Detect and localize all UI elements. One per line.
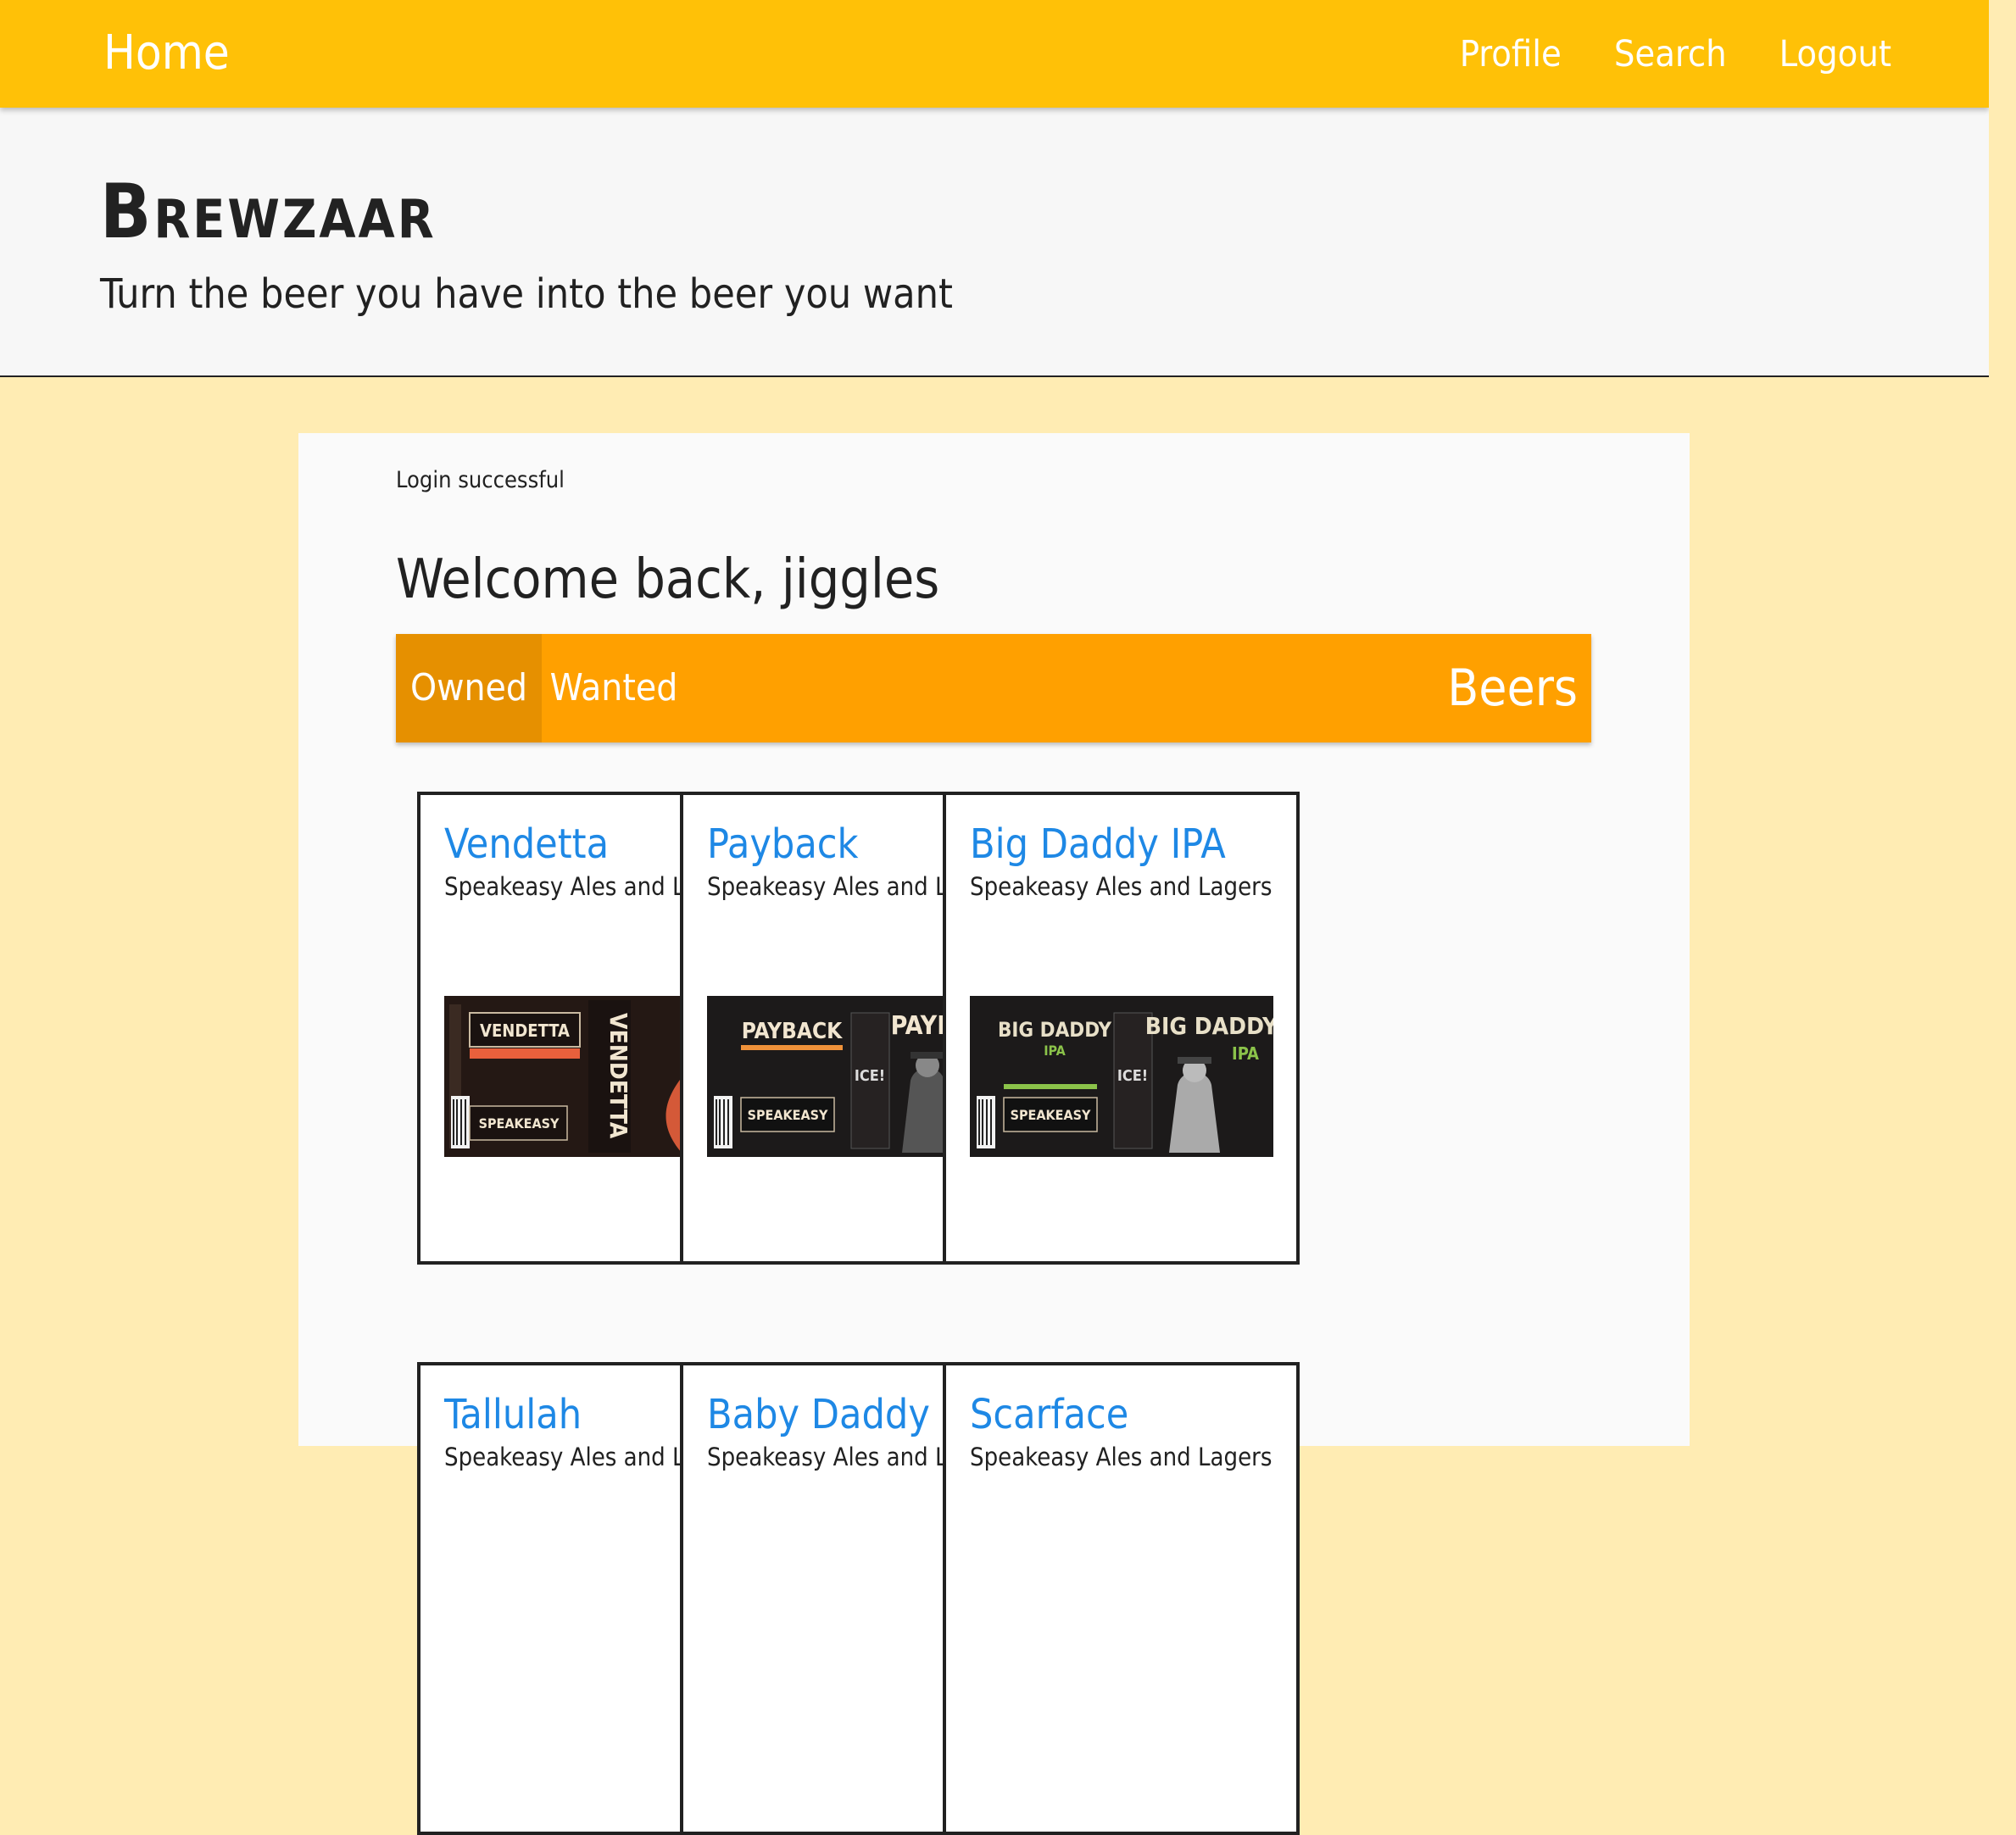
beers-tab-bar: Owned Wanted Beers: [396, 634, 1591, 742]
beer-name-link[interactable]: Payback: [707, 820, 859, 868]
welcome-heading: Welcome back, jiggles: [396, 548, 940, 611]
svg-text:PAYBACK: PAYBACK: [742, 1019, 843, 1044]
site-header: Brewzaar Turn the beer you have into the…: [0, 108, 1989, 377]
svg-text:ICE!: ICE!: [855, 1067, 885, 1085]
tab-wanted[interactable]: Wanted: [542, 634, 686, 742]
svg-text:BIG DADDY: BIG DADDY: [998, 1018, 1111, 1042]
svg-text:VENDETTA: VENDETTA: [480, 1020, 570, 1041]
svg-text:VENDETTA: VENDETTA: [604, 1013, 632, 1139]
nav-logout-link[interactable]: Logout: [1779, 31, 1891, 78]
tab-owned[interactable]: Owned: [396, 634, 542, 742]
svg-text:SPEAKEASY: SPEAKEASY: [1011, 1107, 1091, 1123]
beer-brewery: Speakeasy Ales and Lagers: [970, 872, 1273, 901]
beer-name-link[interactable]: Tallulah: [444, 1391, 582, 1438]
nav-home-link[interactable]: Home: [103, 24, 230, 83]
nav-search-link[interactable]: Search: [1614, 31, 1727, 78]
main-content-card: Login successful Welcome back, jiggles O…: [298, 433, 1690, 1835]
window-edge: [1989, 0, 2016, 1446]
beer-name-link[interactable]: Scarface: [970, 1391, 1128, 1438]
tab-bar-title: Beers: [1447, 659, 1578, 718]
brand-logo: Brewzaar: [100, 161, 437, 263]
svg-text:IPA: IPA: [1232, 1043, 1259, 1064]
tagline: Turn the beer you have into the beer you…: [100, 270, 953, 318]
nav-links: Profile Search Logout: [1460, 31, 1891, 78]
beer-name-link[interactable]: Baby Daddy: [707, 1391, 930, 1438]
beer-brewery: Speakeasy Ales and Lagers: [970, 1443, 1273, 1471]
svg-text:IPA: IPA: [1044, 1043, 1066, 1059]
flash-message: Login successful: [396, 467, 565, 493]
beer-card-scarface[interactable]: Scarface Speakeasy Ales and Lagers: [943, 1362, 1300, 1835]
beer-label-art: BIG DADDY IPA SPEAKEASY ICE! BIG DADDY I…: [970, 996, 1273, 1157]
beer-card-big-daddy-ipa[interactable]: Big Daddy IPA Speakeasy Ales and Lagers …: [943, 792, 1300, 1265]
nav-profile-link[interactable]: Profile: [1460, 31, 1562, 78]
brand-logo-text: Brewzaar: [100, 168, 437, 255]
beer-name-link[interactable]: Vendetta: [444, 820, 609, 868]
svg-text:SPEAKEASY: SPEAKEASY: [748, 1107, 828, 1123]
beer-label-image: BIG DADDY IPA SPEAKEASY ICE! BIG DADDY I…: [970, 926, 1273, 1227]
top-navbar: Home Profile Search Logout: [0, 0, 1989, 108]
svg-text:ICE!: ICE!: [1117, 1067, 1148, 1085]
svg-text:SPEAKEASY: SPEAKEASY: [479, 1115, 560, 1132]
beer-name-link[interactable]: Big Daddy IPA: [970, 820, 1226, 868]
svg-text:BIG DADDY: BIG DADDY: [1145, 1012, 1273, 1040]
